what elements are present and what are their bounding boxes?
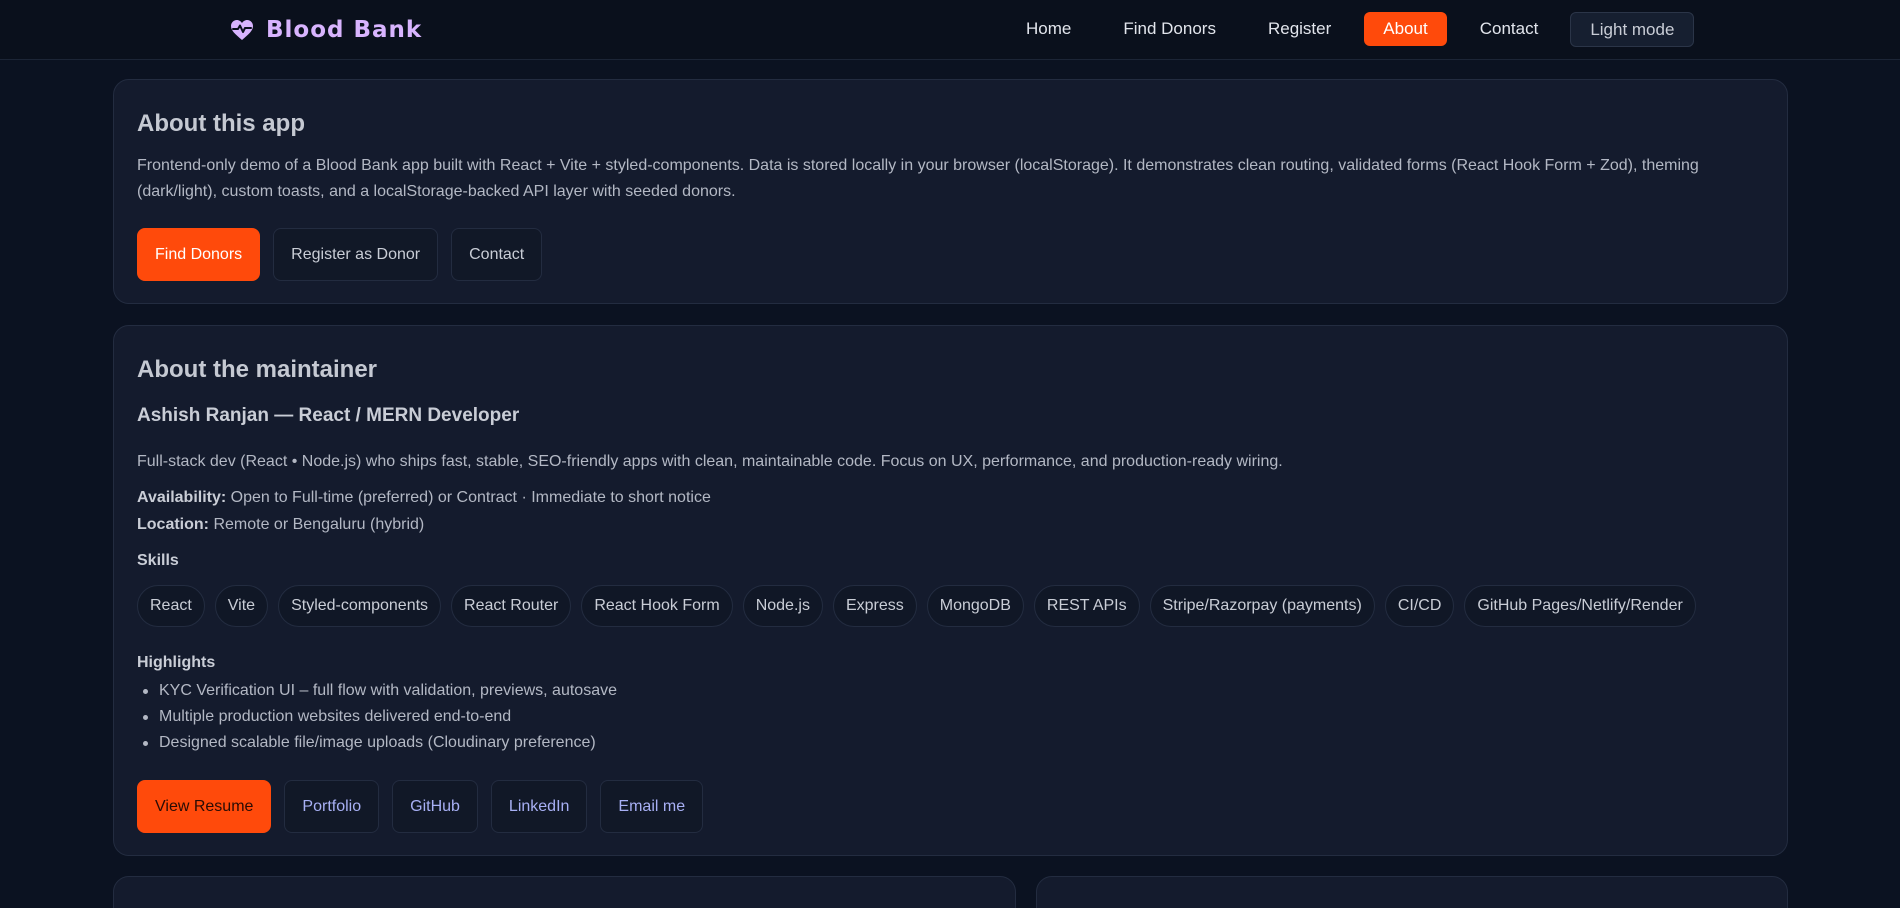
- bottom-card-right: [1036, 876, 1788, 908]
- heart-pulse-icon: [231, 20, 253, 40]
- availability-value: Open to Full-time (preferred) or Contrac…: [230, 489, 711, 506]
- about-app-description: Frontend-only demo of a Blood Bank app b…: [137, 157, 1699, 200]
- maintainer-links: View Resume Portfolio GitHub LinkedIn Em…: [137, 780, 704, 833]
- main-nav: Home Find Donors Register About Contact …: [1007, 11, 1695, 47]
- portfolio-link[interactable]: Portfolio: [284, 780, 380, 833]
- view-resume-button[interactable]: View Resume: [137, 780, 272, 833]
- contact-button[interactable]: Contact: [451, 228, 543, 281]
- bottom-card-left: [113, 876, 1016, 908]
- skill-chip: Stripe/Razorpay (payments): [1149, 585, 1375, 627]
- theme-toggle-button[interactable]: Light mode: [1570, 11, 1695, 47]
- about-app-actions: Find Donors Register as Donor Contact: [137, 228, 543, 281]
- skill-chip: Node.js: [742, 585, 823, 627]
- maintainer-bio: Full-stack dev (React • Node.js) who shi…: [137, 453, 1283, 470]
- list-item: Designed scalable file/image uploads (Cl…: [137, 730, 617, 756]
- list-item: Multiple production websites delivered e…: [137, 704, 617, 730]
- skill-chip: REST APIs: [1033, 585, 1140, 627]
- skills-heading: Skills: [137, 552, 179, 569]
- skill-chip: MongoDB: [926, 585, 1024, 627]
- nav-register[interactable]: Register: [1249, 12, 1350, 46]
- skill-chip: GitHub Pages/Netlify/Render: [1464, 585, 1696, 627]
- skill-chip: React: [137, 585, 205, 627]
- highlights-list: KYC Verification UI – full flow with val…: [137, 678, 617, 756]
- highlights-heading: Highlights: [137, 654, 216, 671]
- list-item: KYC Verification UI – full flow with val…: [137, 678, 617, 704]
- nav-about[interactable]: About: [1364, 12, 1447, 46]
- maintainer-card: About the maintainer Ashish Ranjan — Rea…: [113, 325, 1788, 856]
- location-value: Remote or Bengaluru (hybrid): [213, 516, 425, 533]
- about-app-title: About this app: [137, 110, 305, 137]
- brand-name: Blood Bank: [266, 17, 423, 43]
- register-donor-button[interactable]: Register as Donor: [273, 228, 439, 281]
- maintainer-name: Ashish Ranjan — React / MERN Developer: [137, 405, 520, 426]
- location-label: Location:: [137, 516, 209, 533]
- find-donors-button[interactable]: Find Donors: [137, 228, 261, 281]
- location-line: Location: Remote or Bengaluru (hybrid): [137, 512, 424, 538]
- maintainer-title: About the maintainer: [137, 356, 378, 383]
- availability-label: Availability:: [137, 489, 227, 506]
- skill-chip: Vite: [214, 585, 269, 627]
- skill-chip: React Hook Form: [581, 585, 733, 627]
- nav-contact[interactable]: Contact: [1461, 12, 1558, 46]
- about-app-card: About this app Frontend-only demo of a B…: [113, 79, 1788, 304]
- github-link[interactable]: GitHub: [392, 780, 478, 833]
- brand-logo[interactable]: Blood Bank: [230, 14, 422, 46]
- skill-chip: Styled-components: [278, 585, 442, 627]
- linkedin-link[interactable]: LinkedIn: [490, 780, 588, 833]
- email-link[interactable]: Email me: [600, 780, 704, 833]
- availability-line: Availability: Open to Full-time (preferr…: [137, 485, 711, 511]
- skill-chip: Express: [832, 585, 917, 627]
- nav-home[interactable]: Home: [1007, 12, 1090, 46]
- skill-chip: CI/CD: [1384, 585, 1455, 627]
- nav-find-donors[interactable]: Find Donors: [1104, 12, 1235, 46]
- top-navigation-bar: Blood Bank Home Find Donors Register Abo…: [0, 0, 1900, 60]
- skill-chip: React Router: [451, 585, 572, 627]
- skills-list: React Vite Styled-components React Route…: [137, 585, 1696, 627]
